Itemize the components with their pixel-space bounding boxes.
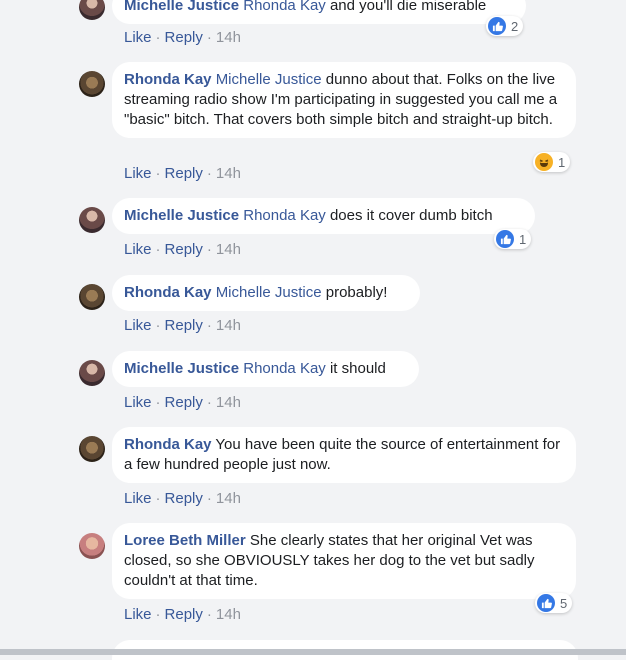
separator: · [155, 606, 161, 623]
like-link[interactable]: Like [124, 29, 152, 46]
timestamp[interactable]: 14h [216, 317, 241, 334]
separator: · [206, 241, 212, 258]
separator: · [155, 241, 161, 258]
comment-bubble: Rhonda Kay Michelle Justice probably! [112, 275, 420, 311]
comment-author[interactable]: Loree Beth Miller [124, 532, 246, 549]
separator: · [206, 490, 212, 507]
timestamp[interactable]: 14h [216, 165, 241, 182]
avatar[interactable] [79, 71, 105, 97]
reaction-count[interactable]: 1 [533, 152, 571, 172]
comment-author[interactable]: Rhonda Kay [124, 284, 212, 301]
like-icon [496, 230, 514, 248]
horizontal-scrollbar[interactable] [0, 649, 626, 655]
comment-author[interactable]: Michelle Justice [124, 0, 239, 14]
reaction-number: 5 [560, 595, 568, 611]
comment-text: probably! [325, 284, 388, 301]
comment-mention[interactable]: Michelle Justice [216, 284, 322, 301]
reply-link[interactable]: Reply [165, 490, 203, 507]
avatar[interactable] [79, 360, 105, 386]
avatar[interactable] [79, 0, 105, 20]
comment-text: and you'll die miserable [329, 0, 487, 14]
separator: · [206, 606, 212, 623]
comment-actions: Like · Reply · 14h [124, 316, 241, 336]
separator: · [155, 317, 161, 334]
avatar[interactable] [79, 284, 105, 310]
like-link[interactable]: Like [124, 490, 152, 507]
comment-actions: Like · Reply · 14h [124, 164, 241, 184]
reply-link[interactable]: Reply [165, 165, 203, 182]
timestamp[interactable]: 14h [216, 606, 241, 623]
comment-author[interactable]: Rhonda Kay [124, 436, 212, 453]
comment-bubble: Michelle Justice Rhonda Kay it should [112, 351, 419, 387]
comment-mention[interactable]: Rhonda Kay [243, 360, 326, 377]
comment-text: it should [329, 360, 386, 377]
avatar[interactable] [79, 207, 105, 233]
comment-bubble: Michelle Justice Rhonda Kay and you'll d… [112, 0, 526, 24]
timestamp[interactable]: 14h [216, 241, 241, 258]
comment-text: does it cover dumb bitch [329, 207, 493, 224]
reaction-number: 1 [519, 231, 527, 247]
comment-author[interactable]: Michelle Justice [124, 360, 239, 377]
comment-bubble: Rhonda Kay Michelle Justice dunno about … [112, 62, 576, 138]
separator: · [206, 394, 212, 411]
reaction-count[interactable]: 2 [486, 16, 524, 36]
comment-actions: Like · Reply · 14h [124, 489, 241, 509]
like-link[interactable]: Like [124, 317, 152, 334]
reaction-count[interactable]: 1 [494, 229, 532, 249]
separator: · [206, 29, 212, 46]
comment-bubble: Michelle Justice Rhonda Kay does it cove… [112, 198, 535, 234]
reaction-number: 1 [558, 154, 566, 170]
like-link[interactable]: Like [124, 241, 152, 258]
comment-author[interactable]: Michelle Justice [124, 207, 239, 224]
haha-icon [535, 153, 553, 171]
separator: · [206, 165, 212, 182]
reply-link[interactable]: Reply [165, 606, 203, 623]
reply-link[interactable]: Reply [165, 241, 203, 258]
avatar[interactable] [79, 436, 105, 462]
like-icon [488, 17, 506, 35]
like-link[interactable]: Like [124, 165, 152, 182]
reaction-number: 2 [511, 18, 519, 34]
comment-mention[interactable]: Michelle Justice [216, 71, 322, 88]
timestamp[interactable]: 14h [216, 29, 241, 46]
comment-actions: Like · Reply · 14h [124, 240, 241, 260]
reaction-count[interactable]: 5 [535, 593, 573, 613]
comment-bubble: Rhonda Kay You have been quite the sourc… [112, 427, 576, 483]
timestamp[interactable]: 14h [216, 394, 241, 411]
comment-author[interactable]: Rhonda Kay [124, 71, 212, 88]
avatar[interactable] [79, 533, 105, 559]
comment-mention[interactable]: Rhonda Kay [243, 207, 326, 224]
comment-actions: Like · Reply · 14h [124, 393, 241, 413]
like-link[interactable]: Like [124, 394, 152, 411]
comment-actions: Like · Reply · 14h [124, 605, 241, 625]
separator: · [155, 165, 161, 182]
separator: · [206, 317, 212, 334]
comment-actions: Like · Reply · 14h [124, 28, 241, 48]
reply-link[interactable]: Reply [165, 317, 203, 334]
reply-link[interactable]: Reply [165, 29, 203, 46]
separator: · [155, 490, 161, 507]
reply-link[interactable]: Reply [165, 394, 203, 411]
like-icon [537, 594, 555, 612]
separator: · [155, 394, 161, 411]
like-link[interactable]: Like [124, 606, 152, 623]
separator: · [155, 29, 161, 46]
timestamp[interactable]: 14h [216, 490, 241, 507]
comment-bubble: Loree Beth Miller She clearly states tha… [112, 523, 576, 599]
comment-mention[interactable]: Rhonda Kay [243, 0, 326, 14]
